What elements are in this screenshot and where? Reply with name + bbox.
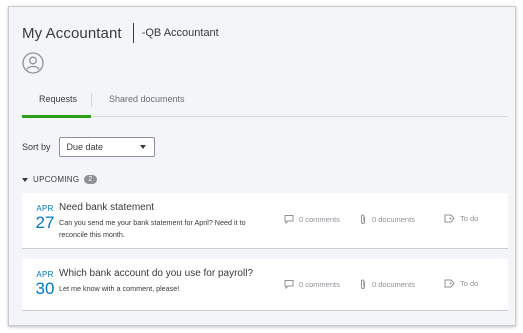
header: My Accountant -QB Accountant	[22, 23, 219, 43]
page-title: My Accountant	[22, 24, 122, 42]
due-day: 27	[35, 213, 55, 232]
comments-label: 0 comments	[299, 279, 340, 289]
tab-requests[interactable]: Requests	[39, 94, 77, 104]
avatar-icon	[22, 52, 44, 74]
caret-down-icon	[22, 177, 28, 182]
accountant-name: -QB Accountant	[141, 27, 219, 39]
due-month: APR	[36, 204, 54, 213]
count-badge: 2	[84, 175, 97, 184]
tab-bar: Requests Shared documents	[22, 91, 508, 118]
accountant-panel: My Accountant -QB Accountant Requests Sh…	[8, 6, 516, 326]
request-description: Let me know with a comment, please!	[59, 284, 180, 293]
documents-label: 0 documents	[372, 280, 415, 289]
sort-value: Due date	[66, 142, 104, 152]
section-toggle-upcoming[interactable]: UPCOMING 2	[22, 175, 97, 184]
tab-divider	[91, 93, 92, 107]
due-day: 30	[35, 279, 55, 298]
due-date: APR 30	[34, 270, 56, 298]
request-title[interactable]: Which bank account do you use for payrol…	[59, 268, 253, 279]
request-title[interactable]: Need bank statement	[59, 202, 154, 213]
documents-label: 0 documents	[372, 215, 415, 224]
comment-icon	[284, 280, 294, 289]
request-card[interactable]: APR 30 Which bank account do you use for…	[22, 259, 508, 311]
request-card[interactable]: APR 27 Need bank statement Can you send …	[22, 193, 508, 249]
status-label: To do	[460, 279, 479, 288]
documents-count[interactable]: 0 documents	[359, 279, 415, 290]
title-divider	[132, 23, 134, 43]
todo-tag-icon	[444, 214, 455, 223]
chevron-down-icon	[139, 145, 146, 149]
todo-tag-icon	[444, 279, 455, 288]
status-badge[interactable]: To do	[444, 214, 478, 223]
paperclip-icon	[361, 214, 365, 224]
due-date: APR 27	[34, 204, 56, 232]
active-tab-indicator	[22, 115, 91, 118]
request-description: Can you send me your bank statement for …	[59, 218, 246, 239]
sort-label: Sort by	[22, 142, 51, 152]
status-badge[interactable]: To do	[444, 279, 478, 288]
paperclip-icon	[361, 279, 365, 289]
sort-control: Sort by Due date	[22, 137, 155, 157]
comments-count[interactable]: 0 comments	[284, 214, 340, 224]
comments-label: 0 comments	[299, 214, 340, 224]
due-month: APR	[36, 270, 54, 279]
comment-icon	[284, 215, 294, 224]
documents-count[interactable]: 0 documents	[359, 214, 415, 225]
sort-dropdown[interactable]: Due date	[58, 137, 155, 157]
status-label: To do	[460, 214, 479, 223]
tab-shared-documents[interactable]: Shared documents	[109, 94, 185, 104]
section-label: UPCOMING	[33, 175, 80, 184]
comments-count[interactable]: 0 comments	[284, 279, 340, 289]
